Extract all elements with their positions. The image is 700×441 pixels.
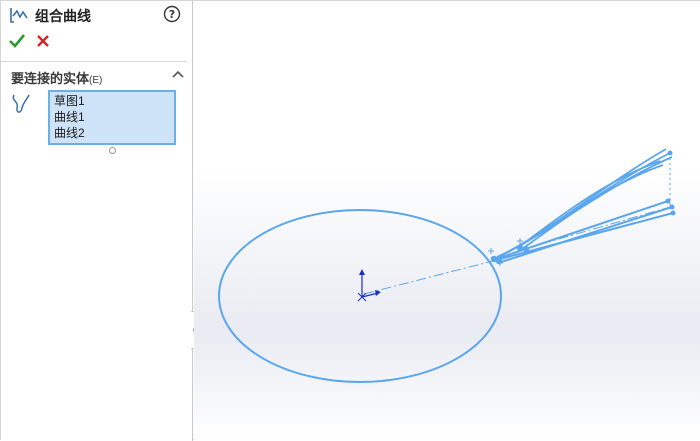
list-item[interactable]: 草图1 — [54, 93, 170, 109]
chevron-up-icon[interactable] — [171, 69, 185, 79]
origin-icon — [357, 269, 381, 302]
composite-curve-icon — [10, 8, 28, 23]
panel-header: 组合曲线 ? — [9, 5, 187, 25]
entity-selection-list[interactable]: 草图1 曲线1 曲线2 — [48, 90, 176, 145]
curve-1[interactable] — [493, 148, 673, 260]
section-key-hint: (E) — [89, 75, 103, 86]
section-header-entities[interactable]: 要连接的实体(E) — [9, 66, 187, 86]
model-canvas[interactable] — [194, 1, 700, 440]
curve-entity-icon — [12, 94, 30, 113]
sketch-circle[interactable] — [218, 209, 502, 383]
property-manager-panel: 组合曲线 ? 要连接的实体(E) 草图1 曲线1 曲线2 — [1, 1, 193, 441]
section-title: 要连接的实体(E) — [11, 71, 103, 86]
svg-text:?: ? — [169, 8, 175, 21]
list-item[interactable]: 曲线2 — [54, 125, 170, 141]
confirm-button[interactable] — [8, 32, 26, 50]
list-item[interactable]: 曲线1 — [54, 109, 170, 125]
help-icon[interactable]: ? — [163, 5, 181, 23]
cancel-button[interactable] — [34, 32, 52, 50]
close-icon — [37, 35, 49, 47]
checkmark-icon — [9, 34, 26, 48]
panel-divider — [1, 61, 187, 62]
panel-title: 组合曲线 — [35, 8, 91, 24]
list-resize-handle[interactable] — [109, 147, 116, 154]
graphics-viewport[interactable] — [194, 1, 700, 440]
